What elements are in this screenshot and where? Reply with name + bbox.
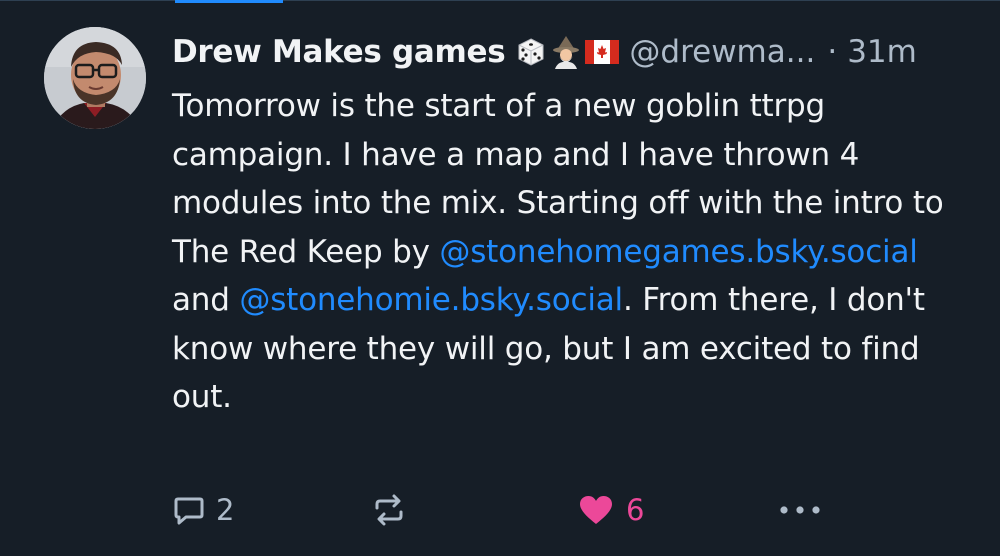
game-die-icon (515, 36, 547, 68)
post-timestamp[interactable]: 31m (847, 30, 917, 74)
avatar[interactable] (44, 27, 146, 129)
like-count: 6 (626, 493, 645, 527)
like-button[interactable]: 6 (578, 488, 644, 532)
reply-button[interactable]: 2 (172, 488, 234, 532)
post[interactable]: Drew Makes games @drewma... · 31m Tomorr… (0, 0, 1000, 556)
author-emoji-badges (515, 35, 620, 69)
author-handle[interactable]: @drewma... (629, 30, 815, 74)
more-options-icon (778, 504, 822, 516)
header-separator: · (827, 34, 838, 70)
post-text-part-2: and (172, 282, 240, 318)
post-text: Tomorrow is the start of a new goblin tt… (172, 82, 972, 422)
reply-count: 2 (216, 493, 235, 527)
canada-flag-icon (585, 40, 620, 64)
repost-button[interactable] (370, 488, 408, 532)
post-header: Drew Makes games @drewma... · 31m (172, 30, 917, 74)
heart-icon (578, 494, 614, 526)
mention-link-stonehomie[interactable]: @stonehomie.bsky.social (239, 282, 623, 318)
post-actions: 2 6 (0, 488, 1000, 532)
reply-icon (172, 493, 206, 527)
repost-icon (370, 492, 408, 528)
mage-icon (550, 35, 582, 69)
mention-link-stonehomegames[interactable]: @stonehomegames.bsky.social (439, 234, 917, 270)
author-display-name[interactable]: Drew Makes games (172, 30, 506, 74)
more-options-button[interactable] (778, 488, 822, 532)
